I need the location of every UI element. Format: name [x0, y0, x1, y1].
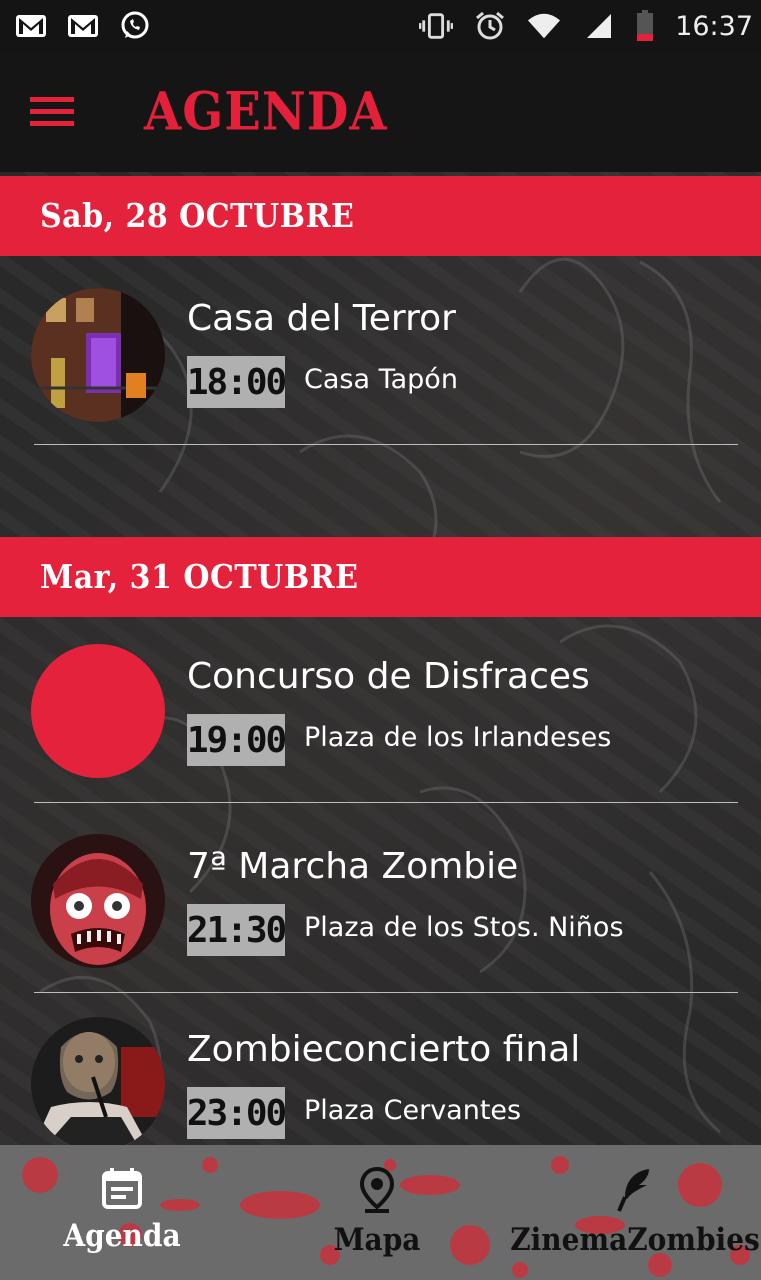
day-label: Sab, 28 OCTUBRE [40, 196, 355, 236]
bottom-navigation: Agenda Mapa ZinemaZombies [0, 1145, 761, 1280]
day-label: Mar, 31 OCTUBRE [40, 557, 359, 597]
event-item[interactable]: 7ª Marcha Zombie 21:30 Plaza de los Stos… [0, 804, 761, 984]
clock: 16:37 [675, 10, 753, 42]
event-time-badge: 23:00 [187, 1087, 287, 1139]
event-title: Zombieconcierto final [187, 1029, 581, 1070]
event-thumbnail [31, 834, 165, 968]
event-item[interactable]: Concurso de Disfraces 19:00 Plaza de los… [0, 614, 761, 794]
event-thumbnail [31, 288, 165, 422]
whatsapp-icon [118, 11, 152, 40]
gmail-icon [14, 12, 48, 40]
event-title: Casa del Terror [187, 298, 456, 339]
event-title: 7ª Marcha Zombie [187, 846, 519, 887]
event-thumbnail [31, 644, 165, 778]
map-pin-icon [359, 1166, 395, 1217]
nav-item-mapa[interactable]: Mapa [320, 1145, 434, 1280]
event-place: Casa Tapón [304, 364, 458, 395]
battery-icon [635, 10, 655, 41]
calendar-icon [102, 1167, 142, 1213]
event-place: Plaza de los Stos. Niños [304, 912, 624, 943]
event-title: Concurso de Disfraces [187, 656, 590, 697]
divider [34, 802, 738, 803]
nav-item-zinemazombies[interactable]: ZinemaZombies [510, 1145, 760, 1280]
event-item[interactable]: Casa del Terror 18:00 Casa Tapón [0, 256, 761, 436]
event-time-badge: 18:00 [187, 356, 287, 408]
alarm-icon [473, 11, 507, 40]
event-time-badge: 19:00 [187, 714, 287, 766]
nav-item-agenda[interactable]: Agenda [60, 1145, 184, 1280]
app-bar: AGENDA [0, 52, 761, 172]
event-time-badge: 21:30 [187, 904, 287, 956]
day-header: Sab, 28 OCTUBRE [0, 176, 761, 256]
menu-icon[interactable] [22, 82, 82, 142]
feather-icon [617, 1167, 653, 1217]
event-place: Plaza Cervantes [304, 1095, 522, 1126]
page-title: AGENDA [144, 81, 388, 143]
vibrate-icon [419, 12, 454, 40]
divider [34, 444, 738, 445]
nav-label: ZinemaZombies [510, 1221, 760, 1258]
event-place: Plaza de los Irlandeses [304, 722, 612, 753]
gmail-icon [66, 12, 100, 40]
status-bar: 16:37 [0, 0, 761, 52]
nav-label: Agenda [63, 1217, 181, 1254]
event-item[interactable]: Zombieconcierto final 23:00 Plaza Cervan… [0, 987, 761, 1145]
signal-icon [581, 12, 615, 40]
agenda-list[interactable]: Sab, 28 OCTUBRE Casa del Terror 18:00 Ca… [0, 172, 761, 1145]
nav-label: Mapa [333, 1221, 421, 1258]
day-header: Mar, 31 OCTUBRE [0, 537, 761, 617]
wifi-icon [527, 12, 561, 40]
event-thumbnail [31, 1017, 165, 1145]
